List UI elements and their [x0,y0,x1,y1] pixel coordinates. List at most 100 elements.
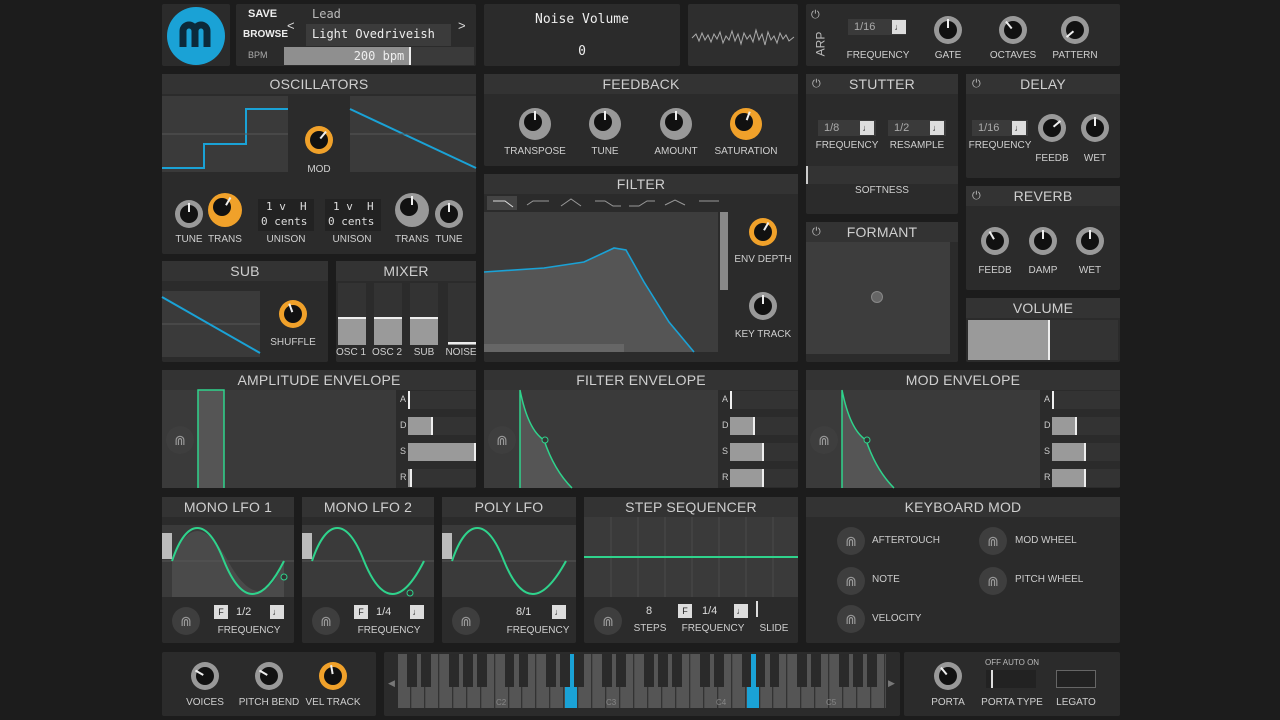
adsr-mod-s-slider[interactable] [1052,443,1120,461]
bpm-slider[interactable]: 200 bpm [284,47,474,65]
black-key[interactable] [407,654,417,688]
volume-slider[interactable] [968,320,1118,360]
black-key[interactable] [602,654,612,688]
step-sequencer-display[interactable] [584,517,798,597]
poly-lfo-mod-icon[interactable]: ⋒ [452,607,480,635]
adsr-amp-r-slider[interactable] [408,469,476,487]
step-sequencer-steps-field[interactable]: 8 [630,603,668,619]
black-key[interactable] [476,654,487,688]
velocity-mod-icon[interactable]: ⋒ [837,605,865,633]
black-key[interactable] [797,654,808,688]
delay-note-icon[interactable]: ♩ [1012,121,1026,135]
adsr-filter-a-slider[interactable] [730,391,798,409]
stutter-resample-note-icon[interactable]: ♩ [930,121,944,135]
step-sequencer-mod-icon[interactable]: ⋒ [594,607,622,635]
step-sequencer-note-icon[interactable]: ♩ [734,604,748,618]
mixer-slider-2[interactable] [374,283,402,345]
arp-octaves-knob[interactable] [999,16,1027,44]
mono-lfo2-f-toggle[interactable]: F [354,605,368,619]
black-key[interactable] [448,654,459,688]
osc2-wave-display[interactable] [349,96,477,172]
mono-lfo1-mod-icon[interactable]: ⋒ [172,607,200,635]
osc1-unison-h[interactable]: H [300,200,307,213]
osc2-unison-h[interactable]: H [367,200,374,213]
reverb-power-icon[interactable]: ⏻ [972,190,984,202]
adsr-mod-d-slider[interactable] [1052,417,1120,435]
preset-next-button[interactable]: > [458,18,466,33]
black-key[interactable] [699,654,710,688]
black-key[interactable] [839,654,850,688]
reverb-wet-knob[interactable] [1076,227,1104,255]
black-key[interactable] [504,654,515,688]
arp-power-icon[interactable]: ⏻ [811,9,823,21]
arp-gate-knob[interactable] [934,16,962,44]
legato-toggle[interactable] [1056,670,1096,688]
keyboard-scroll-right[interactable]: ▶ [888,678,895,689]
delay-power-icon[interactable]: ⏻ [972,78,984,90]
formant-power-icon[interactable]: ⏻ [812,226,824,238]
black-key[interactable] [867,654,877,688]
black-key[interactable] [462,654,473,688]
osc-mod-knob[interactable] [305,126,333,154]
formant-xy-pad[interactable] [806,242,950,354]
sub-wave-display[interactable] [161,291,261,357]
mono-lfo1-display[interactable] [162,525,294,597]
keyboard-scroll-left[interactable]: ◀ [388,678,395,689]
pitch-wheel-mod-icon[interactable]: ⋒ [979,567,1007,595]
aftertouch-mod-icon[interactable]: ⋒ [837,527,865,555]
black-key[interactable] [421,654,431,688]
arp-pattern-knob[interactable] [1061,16,1089,44]
save-button[interactable]: SAVE [248,8,277,20]
osc1-trans-knob[interactable] [208,193,242,227]
adsr-filter-s-slider[interactable] [730,443,798,461]
poly-lfo-display[interactable] [442,525,576,597]
sub-shuffle-knob[interactable] [279,300,307,328]
feedback-tune-knob[interactable] [589,108,621,140]
filter-env-mod-icon[interactable]: ⋒ [488,426,516,454]
step-sequencer-slide-slider[interactable] [756,601,758,617]
black-key[interactable] [741,654,752,688]
black-key[interactable] [853,654,863,688]
helm-logo-icon[interactable] [167,7,225,65]
adsr-amp-d-slider[interactable] [408,417,476,435]
delay-feedback-knob[interactable] [1038,114,1066,142]
black-key[interactable] [811,654,822,688]
arp-note-icon[interactable]: ♩ [892,20,906,34]
osc1-wave-display[interactable] [162,96,288,172]
mod-wheel-mod-icon[interactable]: ⋒ [979,527,1007,555]
filter-type-selector[interactable] [487,196,722,210]
adsr-mod-a-slider[interactable] [1052,391,1120,409]
note-mod-icon[interactable]: ⋒ [837,567,865,595]
feedback-transpose-knob[interactable] [519,108,551,140]
amp-env-mod-icon[interactable]: ⋒ [166,426,194,454]
osc2-unison-box[interactable]: 1 v H 0 cents [325,199,381,231]
black-key[interactable] [560,654,571,688]
mod-env-mod-icon[interactable]: ⋒ [810,426,838,454]
mono-lfo1-note-icon[interactable]: ♩ [270,605,284,619]
mixer-slider-1[interactable] [338,283,366,345]
black-key[interactable] [518,654,529,688]
black-key[interactable] [671,654,682,688]
reverb-damp-knob[interactable] [1029,227,1057,255]
formant-xy-handle[interactable] [871,291,883,303]
mono-lfo1-f-toggle[interactable]: F [214,605,228,619]
feedback-saturation-knob[interactable] [730,108,762,140]
mono-lfo2-display[interactable] [302,525,434,597]
stutter-power-icon[interactable]: ⏻ [812,78,824,90]
filter-key-track-knob[interactable] [749,292,777,320]
mod-env-display[interactable] [806,389,1040,489]
poly-lfo-note-icon[interactable]: ♩ [552,605,566,619]
black-key[interactable] [546,654,557,688]
browse-button[interactable]: BROWSE [243,29,288,40]
step-sequencer-f-toggle[interactable]: F [678,604,692,618]
adsr-filter-r-slider[interactable] [730,469,798,487]
amp-env-display[interactable] [162,389,396,488]
porta-knob[interactable] [934,662,962,690]
vel-track-knob[interactable] [319,662,347,690]
filter-env-depth-knob[interactable] [749,218,777,246]
mono-lfo2-mod-icon[interactable]: ⋒ [312,607,340,635]
keyboard[interactable] [398,654,886,708]
filter-response-display[interactable] [483,212,718,353]
adsr-mod-r-slider[interactable] [1052,469,1120,487]
adsr-amp-s-slider[interactable] [408,443,476,461]
